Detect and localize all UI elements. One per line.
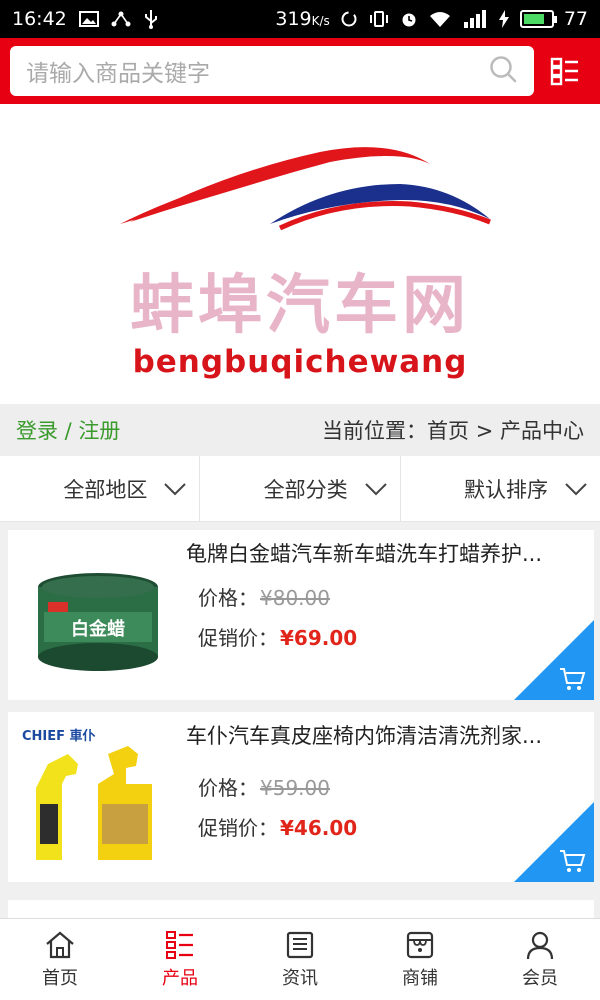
chevron-down-icon [164,482,187,495]
nav-member[interactable]: 会员 [480,919,600,1000]
filter-region[interactable]: 全部地区 [0,456,201,521]
chevron-down-icon [565,482,587,495]
vibrate-icon [368,10,390,28]
filter-category[interactable]: 全部分类 [200,456,401,521]
product-image-label: CHIEF 車仆 [22,728,96,744]
bottom-nav: 首页 产品 资讯 商铺 会员 [0,918,600,1000]
wifi-icon [428,10,452,28]
usb-icon [143,9,159,29]
battery-fill [523,14,544,24]
banner[interactable]: 蚌埠汽车网 bengbuqichewang [0,104,600,404]
share-icon [111,10,131,28]
filter-category-label: 全部分类 [263,477,348,502]
nav-shop-label: 商铺 [402,967,438,989]
product-item-partial[interactable] [8,900,594,920]
nav-shop[interactable]: 商铺 [360,919,480,1000]
product-item[interactable]: 白金蜡 龟牌白金蜡汽车新车蜡洗车打蜡养护... 价格： ¥80.00 促销价： ¥6… [8,530,594,700]
product-list-icon [166,930,193,959]
gallery-icon [78,11,99,27]
shop-icon [406,931,434,958]
promo-price-row: 促销价： ¥69.00 [198,622,357,651]
price-row: 价格： ¥80.00 [198,582,330,611]
chevron-down-icon [364,482,387,495]
cart-icon[interactable] [558,848,586,874]
sync-icon [340,10,358,28]
search-header: 请输入商品关键字 [0,38,600,104]
promo-price-label: 促销价： [198,816,278,840]
original-price: ¥80.00 [260,586,330,610]
category-menu-icon [550,57,579,86]
promo-price-row: 促销价： ¥46.00 [198,812,357,841]
search-input[interactable]: 请输入商品关键字 [10,46,535,96]
product-name[interactable]: 龟牌白金蜡汽车新车蜡洗车打蜡养护... [186,538,576,568]
product-name[interactable]: 车仆汽车真皮座椅内饰清洁清洗剂家... [186,720,576,750]
signal-icon [462,10,488,28]
nav-products[interactable]: 产品 [120,919,240,1000]
filter-region-label: 全部地区 [63,477,148,502]
breadcrumb: 当前位置：首页 > 产品中心 [322,419,584,443]
nav-products-label: 产品 [162,967,198,989]
search-placeholder: 请输入商品关键字 [26,61,210,87]
alarm-icon [400,10,418,28]
promo-price-label: 促销价： [198,626,278,650]
cart-icon[interactable] [558,666,586,692]
product-image-label: 白金蜡 [71,618,125,640]
member-icon [526,931,554,959]
home-icon [46,931,74,958]
banner-title: 蚌埠汽车网 [130,269,470,343]
filter-bar: 全部地区 全部分类 默认排序 [0,456,600,522]
news-icon [286,931,314,958]
category-menu-button[interactable] [540,46,590,96]
product-image[interactable]: 白金蜡 [18,542,178,688]
nav-news[interactable]: 资讯 [240,919,360,1000]
product-image[interactable]: CHIEF 車仆 [18,724,178,870]
filter-sort-label: 默认排序 [463,477,548,502]
battery-percent: 77 [563,8,588,30]
promo-price: ¥69.00 [280,626,358,650]
original-price: ¥59.00 [260,776,330,800]
nav-member-label: 会员 [522,967,558,989]
network-speed-unit: K/s [311,14,330,28]
info-row: 登录 / 注册 当前位置：首页 > 产品中心 [0,404,600,456]
network-speed-value: 319 [275,8,312,30]
price-label: 价格： [198,776,258,800]
network-speed: 319K/s [275,8,329,30]
logo-swoosh-icon [120,147,491,231]
promo-price: ¥46.00 [280,816,358,840]
nav-news-label: 资讯 [282,967,318,989]
price-label: 价格： [198,586,258,610]
banner-subtitle: bengbuqichewang [132,344,468,380]
login-register-link[interactable]: 登录 / 注册 [16,415,120,445]
nav-home[interactable]: 首页 [0,919,120,1000]
charging-icon [498,10,510,28]
battery-icon [519,10,557,28]
price-row: 价格： ¥59.00 [198,772,330,801]
nav-home-label: 首页 [42,967,78,989]
status-bar: 16:42 319K/s 77 [0,0,600,38]
filter-sort[interactable]: 默认排序 [401,456,600,521]
search-icon[interactable] [488,54,518,88]
product-item[interactable]: CHIEF 車仆 车仆汽车真皮座椅内饰清洁清洗剂家... 价格： ¥59.00 促… [8,712,594,882]
status-time: 16:42 [12,8,67,30]
